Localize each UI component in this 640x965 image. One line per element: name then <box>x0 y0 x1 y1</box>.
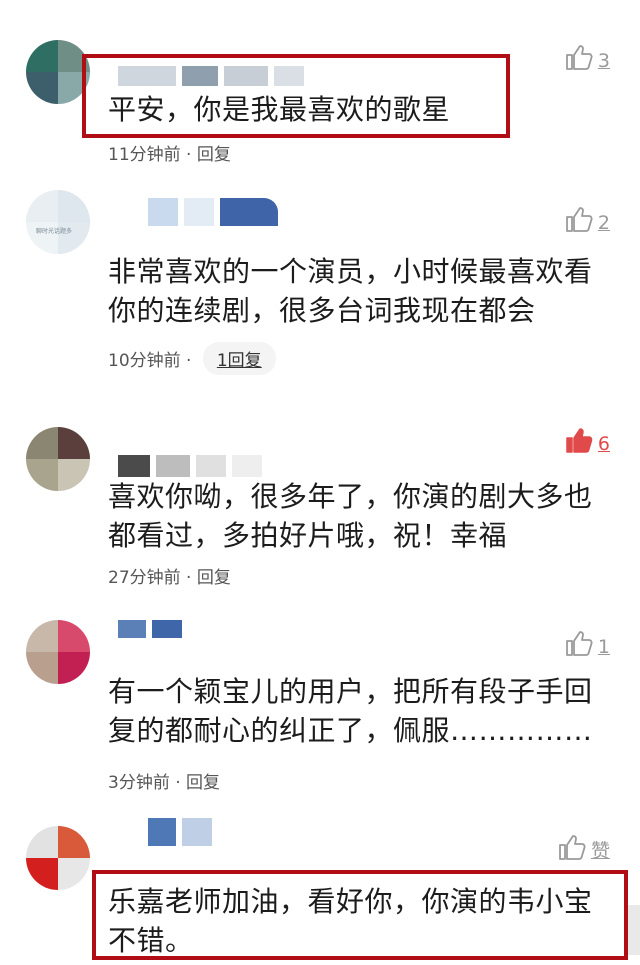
like-button[interactable]: 6 <box>564 425 610 455</box>
meta-separator: · <box>180 568 197 588</box>
reply-button[interactable]: 回复 <box>197 568 231 588</box>
comment-time: 3分钟前 <box>108 773 170 793</box>
like-count: 6 <box>597 433 610 455</box>
comment-meta: 3分钟前 · 回复 <box>108 768 220 793</box>
thumbs-up-filled-icon <box>566 428 593 453</box>
highlight-box <box>92 870 628 960</box>
comment-meta: 11分钟前 · 回复 <box>108 140 231 165</box>
comment-time: 27分钟前 <box>108 568 181 588</box>
like-count: 2 <box>597 212 610 234</box>
avatar[interactable] <box>26 427 90 491</box>
comment-item: 1 有一个颖宝儿的用户，把所有段子手回复的都耐心的纠正了，佩服…………… 3分钟… <box>0 620 640 800</box>
scrollbar[interactable] <box>628 905 640 955</box>
meta-separator: · <box>180 145 197 165</box>
like-count: 3 <box>597 50 610 72</box>
like-button[interactable]: 1 <box>564 628 610 658</box>
username-blurred[interactable] <box>118 620 182 638</box>
highlight-box <box>82 54 510 138</box>
thumbs-up-icon <box>559 835 586 860</box>
avatar[interactable] <box>26 826 90 890</box>
meta-separator: · <box>180 351 197 371</box>
like-button[interactable]: 2 <box>564 204 610 234</box>
comment-text: 非常喜欢的一个演员，小时候最喜欢看你的连续剧，很多台词我现在都会 <box>108 255 593 327</box>
username-blurred[interactable] <box>148 198 278 226</box>
comment-meta: 10分钟前 · 1回复 <box>108 342 276 375</box>
like-button[interactable]: 赞 <box>557 832 610 862</box>
thumbs-up-icon <box>566 45 593 70</box>
comment-text: 有一个颖宝儿的用户，把所有段子手回复的都耐心的纠正了，佩服…………… <box>108 675 593 747</box>
comment-item: 6 喜欢你呦，很多年了，你演的剧大多也都看过，多拍好片哦，祝！幸福 27分钟前 … <box>0 425 640 595</box>
comment-time: 10分钟前 <box>108 351 181 371</box>
avatar[interactable] <box>26 620 90 684</box>
meta-separator: · <box>169 773 187 793</box>
like-count: 赞 <box>590 840 610 862</box>
thumbs-up-icon <box>566 631 593 656</box>
avatar[interactable]: 聊时光话题多 <box>26 190 90 254</box>
username-blurred[interactable] <box>118 455 262 477</box>
reply-button[interactable]: 回复 <box>197 145 231 165</box>
reply-button[interactable]: 回复 <box>186 773 220 793</box>
avatar[interactable] <box>26 40 90 104</box>
avatar-caption: 聊时光话题多 <box>36 228 73 235</box>
reply-count-button[interactable]: 1回复 <box>202 342 276 375</box>
comment-text: 喜欢你呦，很多年了，你演的剧大多也都看过，多拍好片哦，祝！幸福 <box>108 480 593 552</box>
comment-meta: 27分钟前 · 回复 <box>108 563 231 588</box>
like-button[interactable]: 3 <box>564 42 610 72</box>
comment-time: 11分钟前 <box>108 145 181 165</box>
username-blurred[interactable] <box>148 818 212 846</box>
like-count: 1 <box>597 636 610 658</box>
thumbs-up-icon <box>566 207 593 232</box>
comment-item: 聊时光话题多 2 非常喜欢的一个演员，小时候最喜欢看你的连续剧，很多台词我现在都… <box>0 190 640 390</box>
